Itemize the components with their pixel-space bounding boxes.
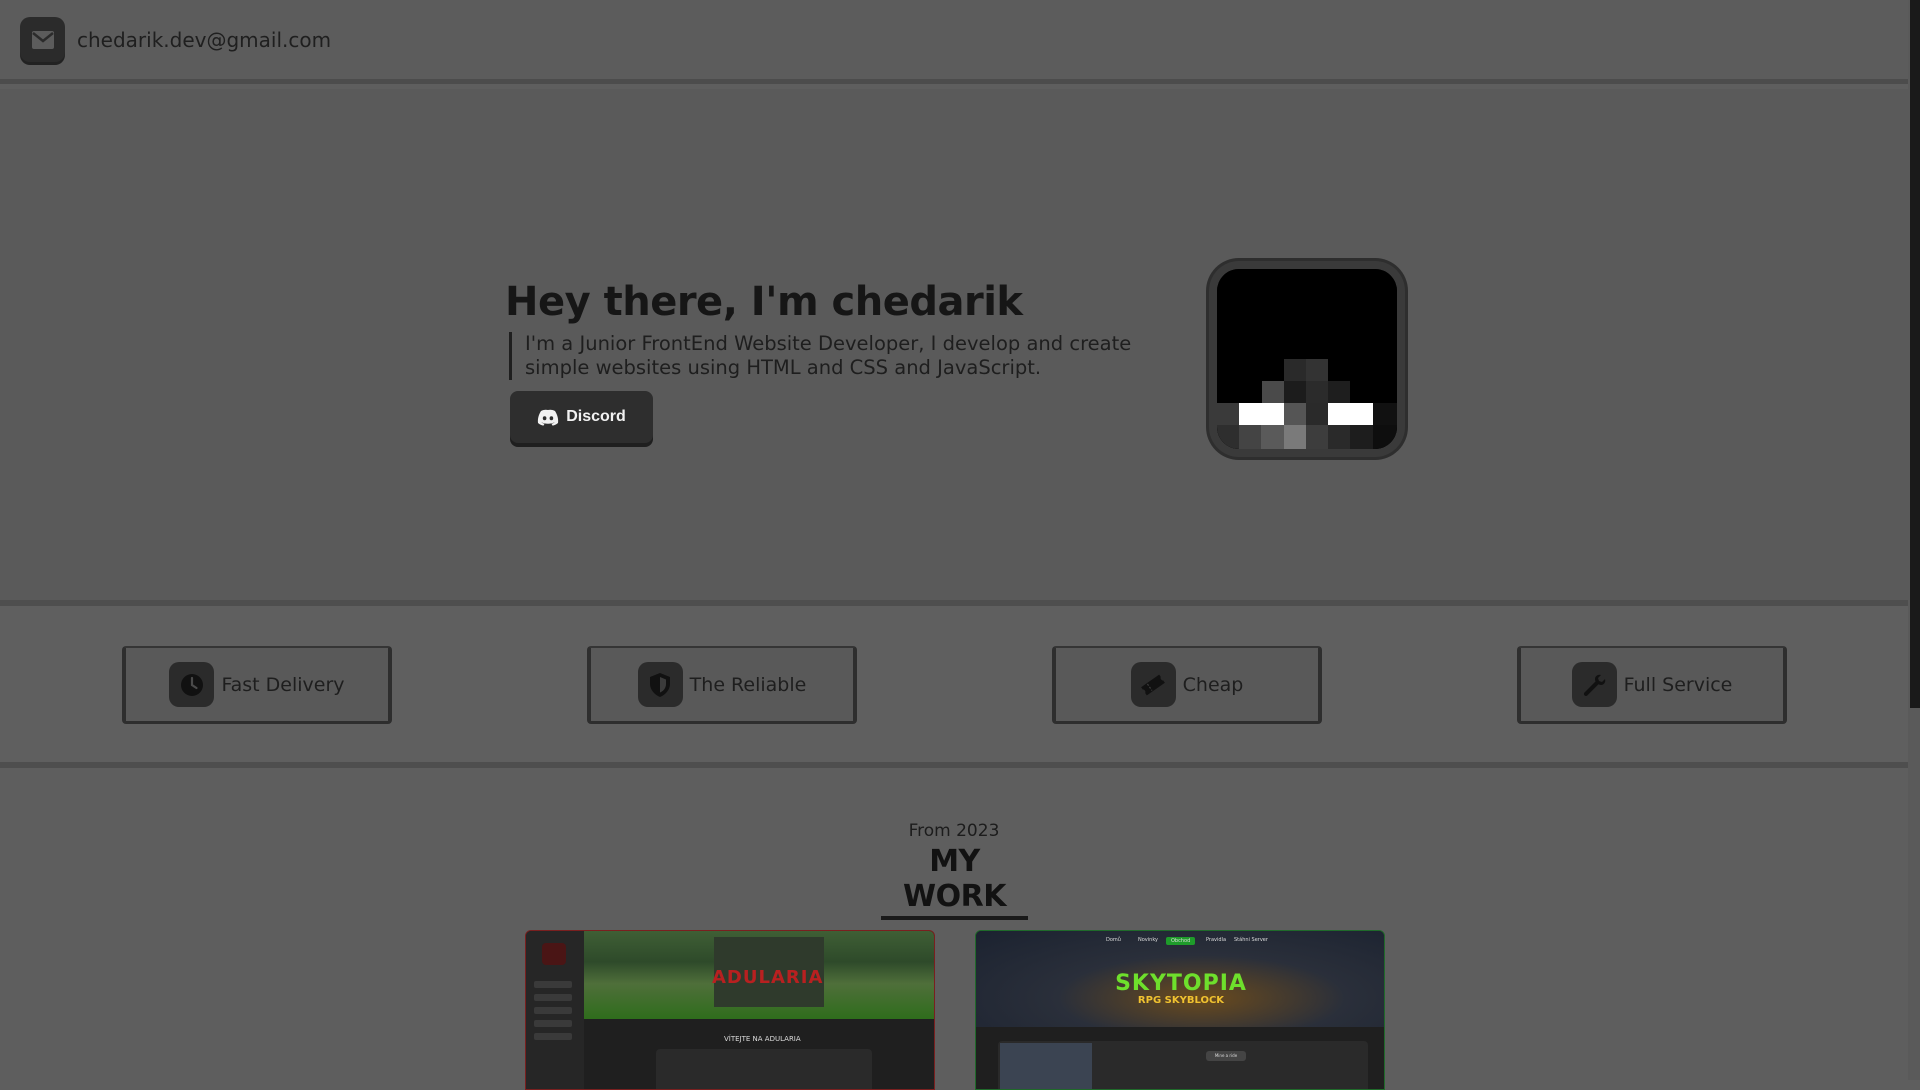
feature-fast-delivery[interactable]: Fast Delivery — [122, 646, 392, 724]
feature-full-service[interactable]: Full Service — [1517, 646, 1787, 724]
preview-button: Mine a ride — [1206, 1051, 1246, 1061]
project-preview-sidebar — [526, 931, 584, 1089]
project-heading: VÍTEJTE NA ADULARIA — [724, 1035, 801, 1043]
hero-title: Hey there, I'm chedarik — [505, 279, 1023, 325]
feature-label: Cheap — [1182, 673, 1244, 696]
feature-label: The Reliable — [689, 673, 807, 696]
contact-email[interactable]: chedarik.dev@gmail.com — [77, 28, 331, 52]
preview-nav-item: Stáhni Server — [1234, 937, 1268, 943]
work-title: MY WORK — [881, 844, 1028, 920]
hero-description: I'm a Junior FrontEnd Website Developer,… — [509, 332, 1169, 380]
envelope-icon[interactable] — [20, 17, 65, 62]
clock-icon — [169, 662, 215, 707]
preview-nav-item: Novinky — [1138, 937, 1158, 943]
ticket-icon — [1130, 662, 1176, 707]
project-preview-hero: Domů Novinky Obchod Pravidla Stáhni Serv… — [976, 931, 1384, 1027]
work-section: From 2023 MY WORK ADULARIA VÍTEJTE NA AD… — [0, 768, 1908, 1090]
feature-label: Full Service — [1623, 673, 1733, 696]
preview-nav-item: Domů — [1106, 937, 1121, 943]
scrollbar-thumb[interactable] — [1910, 0, 1920, 708]
feature-label: Fast Delivery — [221, 673, 345, 696]
discord-icon — [538, 409, 559, 426]
preview-nav-item: Obchod — [1166, 937, 1196, 945]
top-bar: chedarik.dev@gmail.com — [0, 0, 1908, 84]
project-card-adularia[interactable]: ADULARIA VÍTEJTE NA ADULARIA — [525, 930, 935, 1090]
wrench-icon — [1571, 662, 1617, 707]
project-card-skytopia[interactable]: Domů Novinky Obchod Pravidla Stáhni Serv… — [975, 930, 1385, 1090]
discord-button[interactable]: Discord — [510, 391, 653, 443]
preview-nav-item: Pravidla — [1206, 937, 1227, 943]
project-tagline: RPG SKYBLOCK — [1137, 995, 1225, 1006]
feature-reliable[interactable]: The Reliable — [587, 646, 857, 724]
discord-label: Discord — [566, 408, 626, 425]
hero-section: Hey there, I'm chedarik I'm a Junior Fro… — [0, 89, 1908, 600]
avatar — [1209, 261, 1405, 457]
work-subtitle: From 2023 — [908, 821, 1000, 841]
features-section: Fast Delivery The Reliable Cheap Full Se… — [0, 600, 1908, 768]
pixel-avatar — [1217, 269, 1397, 449]
project-preview-hero: ADULARIA — [584, 931, 934, 1019]
project-name: SKYTOPIA — [1115, 971, 1247, 996]
project-name: ADULARIA — [712, 967, 824, 988]
shield-icon — [637, 662, 683, 707]
feature-cheap[interactable]: Cheap — [1052, 646, 1322, 724]
